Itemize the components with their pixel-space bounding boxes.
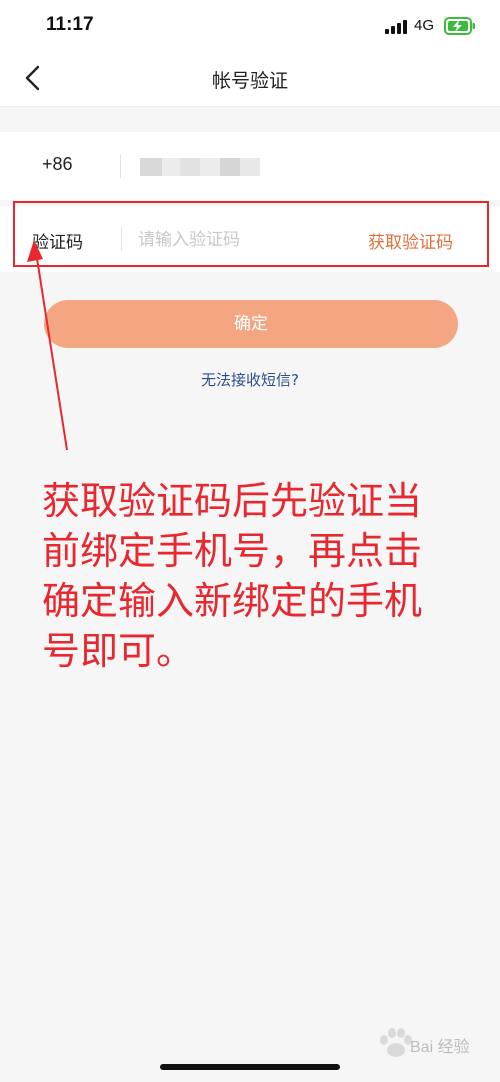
annotation-line: 前绑定手机号，再点击	[42, 529, 423, 573]
masked-phone-number	[140, 158, 260, 176]
navigation-bar: 帐号验证	[0, 50, 500, 107]
annotation-line: 确定输入新绑定的手机	[42, 579, 423, 623]
row-divider	[120, 154, 121, 178]
annotation-text: 获取验证码后先验证当 前绑定手机号，再点击 确定输入新绑定的手机 号即可。	[42, 476, 492, 676]
page-title: 帐号验证	[211, 70, 288, 92]
row-divider	[121, 227, 122, 251]
verification-code-input[interactable]	[136, 222, 350, 258]
country-code[interactable]: +86	[42, 154, 73, 175]
annotation-arrow-icon	[27, 240, 68, 451]
get-code-button[interactable]: 获取验证码	[368, 228, 453, 253]
account-verification-screen: 11:17 4G 帐号验证 +86 验证码 请输入验证码 获取验证码 确定 无法…	[0, 0, 500, 1082]
status-time: 11:17	[46, 14, 94, 35]
home-indicator	[160, 1064, 340, 1070]
watermark-text: Bai 经验	[410, 1039, 470, 1056]
phone-number-row: +86	[0, 132, 500, 200]
status-bar: 11:17 4G	[0, 0, 500, 50]
signal-bars-icon	[385, 20, 407, 34]
network-type: 4G	[414, 17, 435, 34]
battery-charging-icon	[444, 17, 475, 35]
confirm-button[interactable]: 确定	[44, 300, 458, 348]
annotation-line: 获取验证码后先验证当	[42, 479, 423, 523]
annotation-line: 号即可。	[42, 629, 195, 673]
